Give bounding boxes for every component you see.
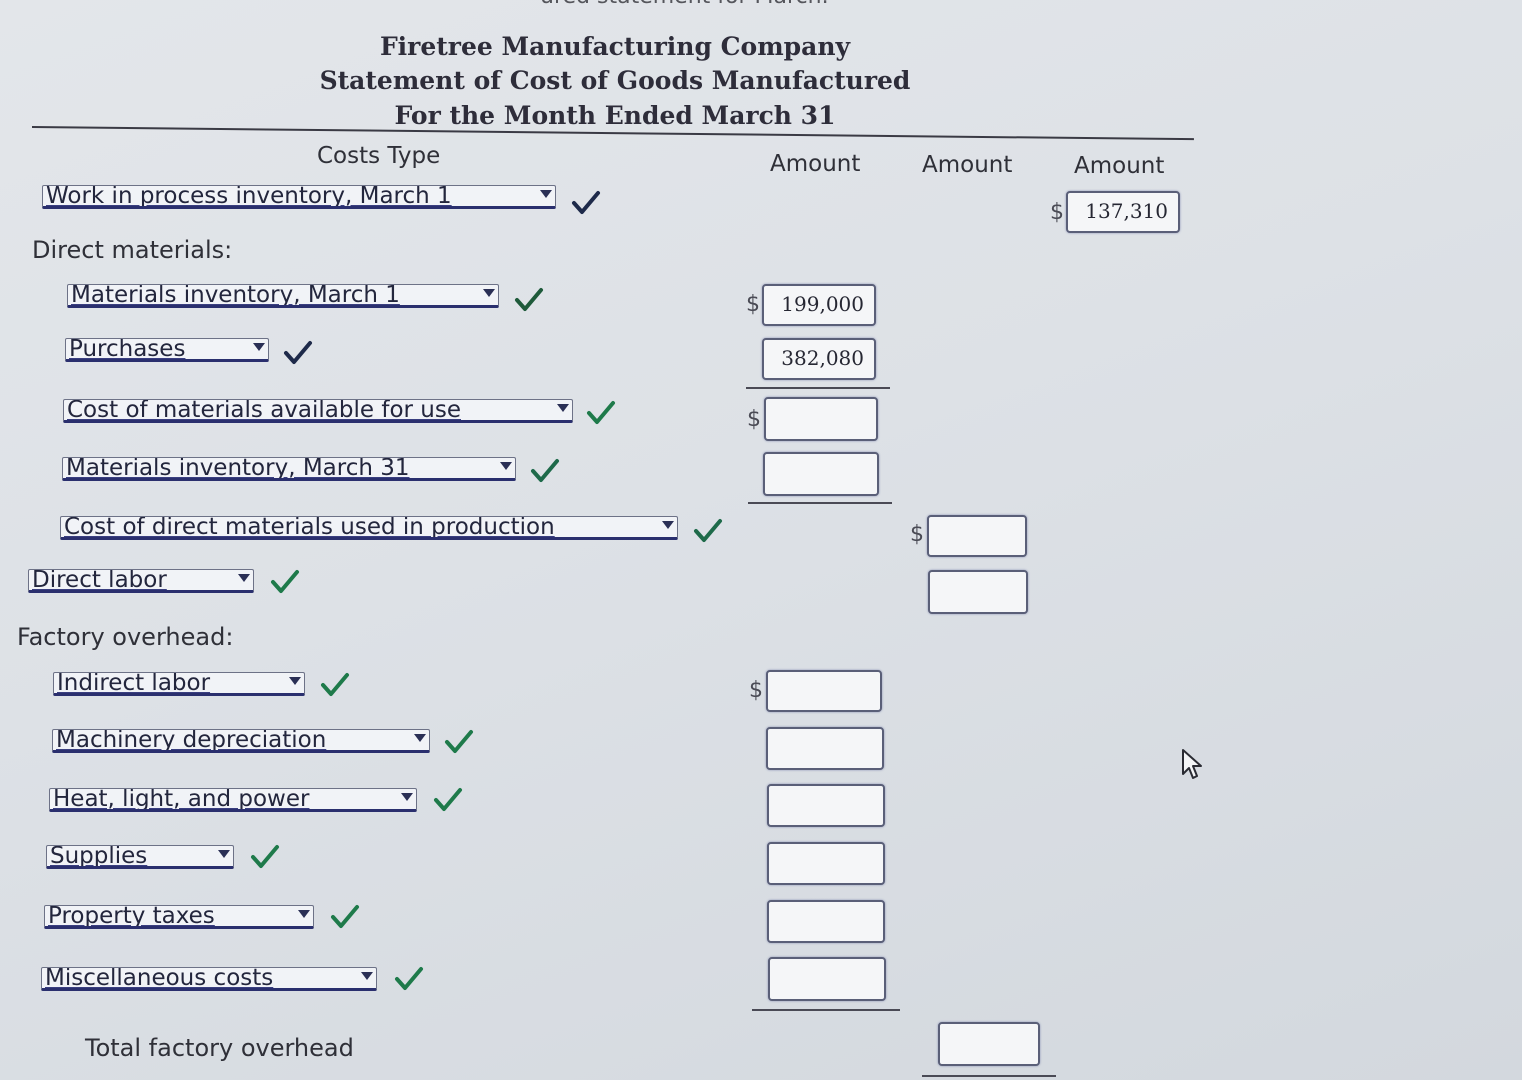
subtotal-rule bbox=[746, 387, 890, 389]
check-icon bbox=[572, 191, 600, 214]
materials-begin-label: Materials inventory, March 1 bbox=[71, 284, 400, 308]
mouse-cursor-icon bbox=[1182, 749, 1202, 779]
wip-begin-dropdown[interactable]: Work in process inventory, March 1 bbox=[42, 185, 556, 209]
indirect-labor-dropdown[interactable]: Indirect labor bbox=[53, 672, 305, 696]
subtotal-rule bbox=[752, 1009, 900, 1011]
chevron-down-icon bbox=[414, 734, 426, 742]
chevron-down-icon bbox=[662, 521, 674, 529]
dollar-sign: $ bbox=[910, 522, 924, 547]
materials-begin-input[interactable]: 199,000 bbox=[762, 284, 876, 326]
property-taxes-dropdown[interactable]: Property taxes bbox=[44, 905, 314, 929]
chevron-down-icon bbox=[238, 574, 250, 582]
available-dropdown[interactable]: Cost of materials available for use bbox=[63, 399, 573, 423]
check-icon bbox=[331, 905, 359, 928]
direct-labor-input[interactable] bbox=[928, 570, 1028, 614]
direct-labor-label: Direct labor bbox=[32, 569, 167, 593]
wip-begin-input[interactable]: 137,310 bbox=[1066, 191, 1180, 233]
chevron-down-icon bbox=[298, 910, 310, 918]
factory-overhead-heading: Factory overhead: bbox=[17, 623, 234, 651]
statement-title: Statement of Cost of Goods Manufactured bbox=[319, 66, 911, 95]
materials-end-label: Materials inventory, March 31 bbox=[66, 457, 410, 481]
dollar-sign: $ bbox=[749, 678, 763, 703]
heat-light-label: Heat, light, and power bbox=[53, 788, 310, 812]
chevron-down-icon bbox=[500, 462, 512, 470]
statement-period: For the Month Ended March 31 bbox=[394, 101, 836, 130]
col-costs-type: Costs Type bbox=[317, 143, 441, 169]
col-amount-2: Amount bbox=[922, 152, 1013, 178]
dollar-sign: $ bbox=[746, 292, 760, 317]
misc-costs-label: Miscellaneous costs bbox=[45, 967, 274, 991]
direct-labor-dropdown[interactable]: Direct labor bbox=[28, 569, 254, 593]
company-name: Firetree Manufacturing Company bbox=[379, 32, 851, 61]
check-icon bbox=[271, 570, 299, 593]
check-icon bbox=[587, 401, 615, 424]
dm-used-input[interactable] bbox=[927, 515, 1027, 557]
dollar-sign: $ bbox=[1050, 200, 1064, 225]
materials-end-dropdown[interactable]: Materials inventory, March 31 bbox=[62, 457, 516, 481]
supplies-label: Supplies bbox=[50, 845, 148, 869]
check-icon bbox=[531, 459, 559, 482]
dm-used-label: Cost of direct materials used in product… bbox=[64, 516, 555, 540]
check-icon bbox=[395, 967, 423, 990]
check-icon bbox=[434, 788, 462, 811]
check-icon bbox=[321, 673, 349, 696]
misc-costs-input[interactable] bbox=[768, 957, 886, 1001]
total-overhead-label: Total factory overhead bbox=[85, 1034, 354, 1062]
materials-end-input[interactable] bbox=[763, 452, 879, 496]
machinery-dep-input[interactable] bbox=[766, 727, 884, 770]
check-icon bbox=[251, 845, 279, 868]
machinery-dep-dropdown[interactable]: Machinery depreciation bbox=[52, 729, 430, 753]
materials-begin-dropdown[interactable]: Materials inventory, March 1 bbox=[67, 284, 499, 308]
check-icon bbox=[284, 341, 312, 364]
chevron-down-icon bbox=[401, 793, 413, 801]
purchases-input[interactable]: 382,080 bbox=[762, 338, 876, 380]
chevron-down-icon bbox=[361, 972, 373, 980]
misc-costs-dropdown[interactable]: Miscellaneous costs bbox=[41, 967, 377, 991]
heat-light-input[interactable] bbox=[767, 784, 885, 827]
available-label: Cost of materials available for use bbox=[67, 399, 461, 423]
indirect-labor-input[interactable] bbox=[766, 670, 882, 712]
chevron-down-icon bbox=[218, 850, 230, 858]
purchases-dropdown[interactable]: Purchases bbox=[65, 338, 269, 362]
check-icon bbox=[445, 730, 473, 753]
chevron-down-icon bbox=[483, 289, 495, 297]
heat-light-dropdown[interactable]: Heat, light, and power bbox=[49, 788, 417, 812]
col-amount-3: Amount bbox=[1074, 153, 1165, 179]
supplies-dropdown[interactable]: Supplies bbox=[46, 845, 234, 869]
purchases-label: Purchases bbox=[69, 338, 186, 362]
available-input[interactable] bbox=[764, 397, 878, 441]
property-taxes-label: Property taxes bbox=[48, 905, 215, 929]
total-overhead-input[interactable] bbox=[938, 1022, 1040, 1066]
chevron-down-icon bbox=[253, 343, 265, 351]
indirect-labor-label: Indirect labor bbox=[57, 672, 211, 696]
cut-off-title: ured statement for March. bbox=[540, 0, 829, 9]
dm-used-dropdown[interactable]: Cost of direct materials used in product… bbox=[60, 516, 678, 540]
col-amount-1: Amount bbox=[770, 151, 861, 177]
check-icon bbox=[515, 288, 543, 311]
supplies-input[interactable] bbox=[767, 842, 885, 885]
direct-materials-heading: Direct materials: bbox=[32, 236, 233, 264]
machinery-dep-label: Machinery depreciation bbox=[56, 729, 327, 753]
chevron-down-icon bbox=[557, 404, 569, 412]
subtotal-rule bbox=[748, 502, 892, 504]
dollar-sign: $ bbox=[747, 407, 761, 432]
wip-begin-label: Work in process inventory, March 1 bbox=[46, 185, 452, 209]
check-icon bbox=[694, 519, 722, 542]
subtotal-rule bbox=[922, 1075, 1056, 1077]
chevron-down-icon bbox=[289, 677, 301, 685]
property-taxes-input[interactable] bbox=[767, 900, 885, 943]
chevron-down-icon bbox=[540, 190, 552, 198]
